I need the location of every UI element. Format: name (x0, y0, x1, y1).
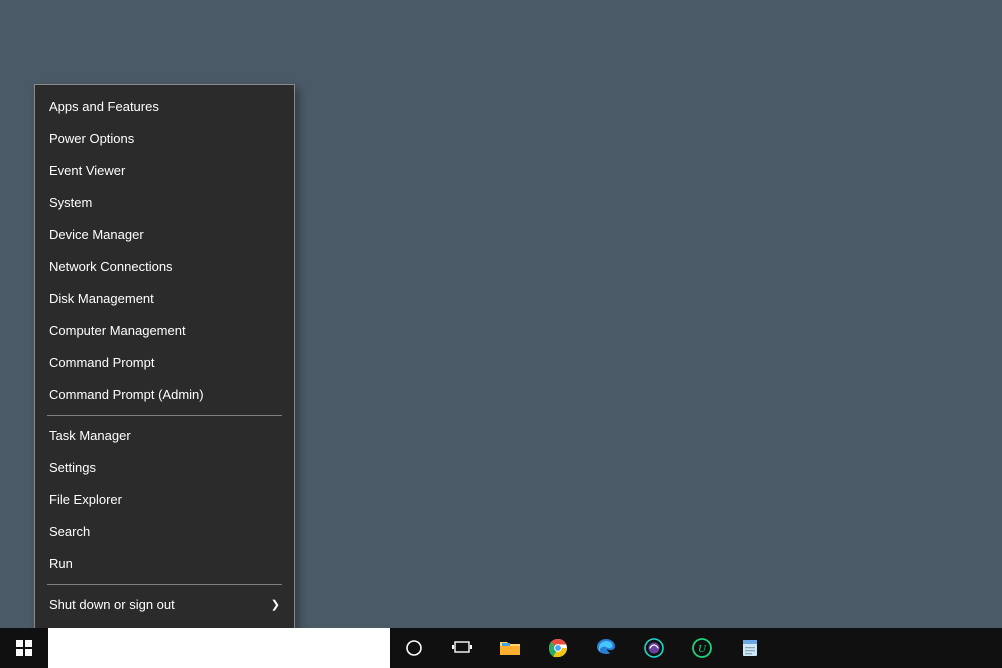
chrome-button[interactable] (534, 628, 582, 668)
u-app-button[interactable]: U (678, 628, 726, 668)
menu-item-label: System (49, 187, 92, 219)
start-button[interactable] (0, 628, 48, 668)
menu-item-label: Command Prompt (49, 347, 154, 379)
menu-command-prompt-admin[interactable]: Command Prompt (Admin) (35, 379, 294, 411)
windows-logo-icon (16, 640, 32, 656)
menu-item-label: Network Connections (49, 251, 173, 283)
menu-item-label: Device Manager (49, 219, 144, 251)
cortana-button[interactable] (390, 628, 438, 668)
menu-system[interactable]: System (35, 187, 294, 219)
menu-task-manager[interactable]: Task Manager (35, 420, 294, 452)
menu-item-label: Computer Management (49, 315, 186, 347)
menu-apps-and-features[interactable]: Apps and Features (35, 91, 294, 123)
svg-text:U: U (698, 643, 707, 655)
menu-item-label: Shut down or sign out (49, 589, 175, 621)
task-view-icon (452, 640, 472, 656)
start-context-menu: Apps and Features Power Options Event Vi… (34, 84, 295, 660)
edge-icon (596, 638, 616, 658)
menu-item-label: File Explorer (49, 484, 122, 516)
menu-search[interactable]: Search (35, 516, 294, 548)
menu-network-connections[interactable]: Network Connections (35, 251, 294, 283)
menu-run[interactable]: Run (35, 548, 294, 580)
menu-item-label: Command Prompt (Admin) (49, 379, 204, 411)
menu-power-options[interactable]: Power Options (35, 123, 294, 155)
taskbar: U (0, 628, 1002, 668)
menu-item-label: Power Options (49, 123, 134, 155)
menu-separator (47, 415, 282, 416)
menu-item-label: Settings (49, 452, 96, 484)
menu-shut-down-or-sign-out[interactable]: Shut down or sign out ❯ (35, 589, 294, 621)
file-explorer-button[interactable] (486, 628, 534, 668)
edge-button[interactable] (582, 628, 630, 668)
menu-disk-management[interactable]: Disk Management (35, 283, 294, 315)
menu-command-prompt[interactable]: Command Prompt (35, 347, 294, 379)
menu-item-label: Apps and Features (49, 91, 159, 123)
menu-item-label: Task Manager (49, 420, 131, 452)
u-app-icon: U (692, 638, 712, 658)
round-app-button[interactable] (630, 628, 678, 668)
menu-device-manager[interactable]: Device Manager (35, 219, 294, 251)
task-view-button[interactable] (438, 628, 486, 668)
notes-app-icon (740, 638, 760, 658)
menu-event-viewer[interactable]: Event Viewer (35, 155, 294, 187)
menu-item-label: Disk Management (49, 283, 154, 315)
menu-item-label: Run (49, 548, 73, 580)
cortana-icon (405, 639, 423, 657)
notes-app-button[interactable] (726, 628, 774, 668)
menu-item-label: Search (49, 516, 90, 548)
menu-item-label: Event Viewer (49, 155, 125, 187)
chrome-icon (548, 638, 568, 658)
menu-separator (47, 584, 282, 585)
taskbar-search[interactable] (48, 628, 390, 668)
round-app-icon (644, 638, 664, 658)
menu-settings[interactable]: Settings (35, 452, 294, 484)
file-explorer-icon (499, 639, 521, 657)
menu-file-explorer[interactable]: File Explorer (35, 484, 294, 516)
chevron-right-icon: ❯ (271, 589, 280, 621)
menu-computer-management[interactable]: Computer Management (35, 315, 294, 347)
